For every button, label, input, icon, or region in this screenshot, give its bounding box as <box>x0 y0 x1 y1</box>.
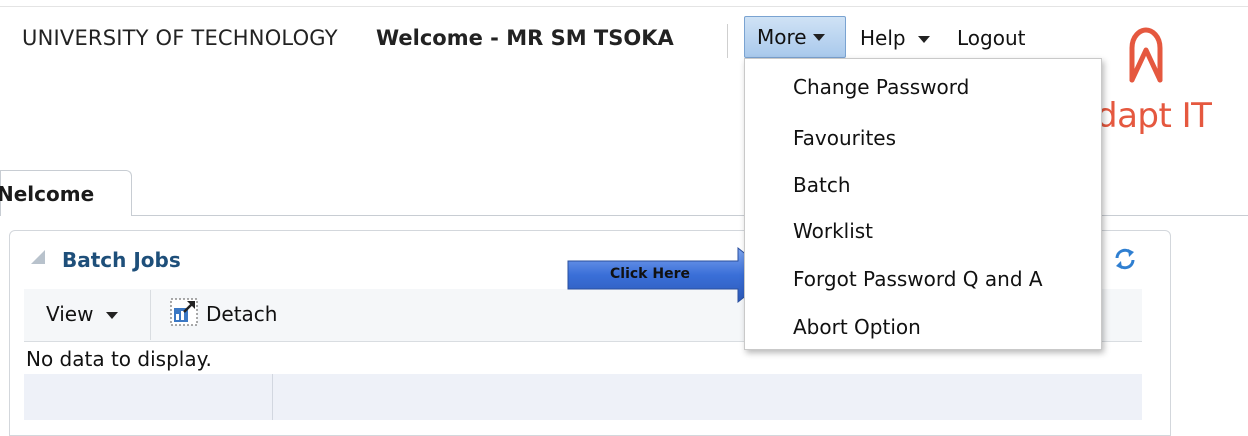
table-footer <box>24 374 1142 420</box>
help-menu-label: Help <box>860 26 906 50</box>
top-divider <box>0 6 1248 7</box>
tab-welcome[interactable]: Nelcome <box>0 170 132 216</box>
toolbar-divider <box>150 290 151 340</box>
logo-text: dapt IT <box>1096 96 1212 136</box>
menu-item-batch[interactable]: Batch <box>793 173 851 197</box>
help-menu-button[interactable]: Help <box>860 26 930 50</box>
panel-title: Batch Jobs <box>62 248 181 272</box>
detach-button[interactable]: Detach <box>206 302 277 326</box>
chevron-down-icon <box>812 33 825 41</box>
view-menu-button[interactable]: View <box>46 302 118 326</box>
menu-item-worklist[interactable]: Worklist <box>793 219 873 243</box>
view-menu-label: View <box>46 302 94 326</box>
detach-icon[interactable] <box>170 298 198 326</box>
table-column-divider <box>272 374 273 420</box>
more-dropdown-menu: Change Password Favourites Batch Worklis… <box>744 58 1102 350</box>
chevron-down-icon <box>917 36 930 43</box>
adapt-it-logo-icon <box>1129 27 1163 83</box>
more-menu-label: More <box>757 25 807 49</box>
refresh-icon[interactable] <box>1112 246 1138 272</box>
menu-item-forgot-password-qa[interactable]: Forgot Password Q and A <box>793 267 1043 291</box>
menu-item-favourites[interactable]: Favourites <box>793 126 896 150</box>
welcome-user-text: Welcome - MR SM TSOKA <box>376 26 674 50</box>
more-menu-button[interactable]: More <box>744 16 846 58</box>
menu-item-change-password[interactable]: Change Password <box>793 75 969 99</box>
empty-table-text: No data to display. <box>26 347 212 371</box>
header-divider <box>727 24 728 58</box>
click-here-label: Click Here <box>610 266 690 282</box>
org-name: UNIVERSITY OF TECHNOLOGY <box>22 26 338 50</box>
chevron-down-icon <box>105 312 118 319</box>
menu-item-abort-option[interactable]: Abort Option <box>793 315 921 339</box>
collapse-triangle-icon[interactable] <box>31 250 45 264</box>
logout-link[interactable]: Logout <box>957 26 1025 50</box>
tab-welcome-label: Nelcome <box>0 181 95 206</box>
